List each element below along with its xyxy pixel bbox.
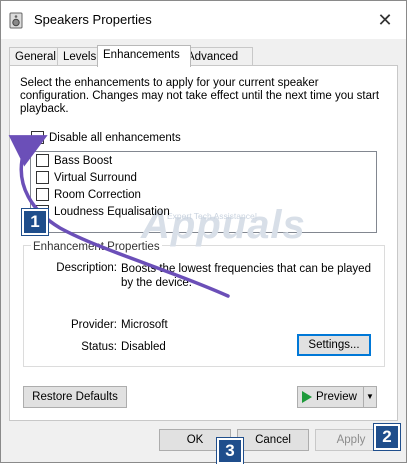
room-correction-checkbox[interactable] [36, 188, 49, 201]
watermark-tagline: Expert Tech Assistance! [167, 211, 258, 221]
description-label: Description: [56, 262, 117, 274]
description-value: Boosts the lowest frequencies that can b… [121, 263, 371, 289]
virtual-surround-checkbox[interactable] [36, 171, 49, 184]
status-value: Disabled [121, 341, 166, 353]
window-title: Speakers Properties [34, 12, 152, 27]
disable-all-row[interactable]: Disable all enhancements [31, 131, 181, 144]
chevron-down-icon: ▼ [366, 392, 374, 401]
preview-label: Preview [316, 391, 357, 403]
tab-enhancements[interactable]: Enhancements [97, 45, 191, 67]
disable-all-label: Disable all enhancements [49, 131, 181, 144]
settings-button[interactable]: Settings... [297, 334, 371, 356]
title-bar[interactable]: Speakers Properties ✕ [1, 1, 406, 39]
annotation-badge-1: 1 [21, 208, 49, 236]
provider-value: Microsoft [121, 319, 168, 331]
status-label: Status: [81, 341, 117, 353]
close-button[interactable]: ✕ [374, 9, 396, 31]
speaker-icon [9, 12, 23, 29]
list-item[interactable]: Bass Boost [36, 154, 112, 167]
virtual-surround-label: Virtual Surround [54, 171, 137, 184]
cancel-button[interactable]: Cancel [237, 429, 309, 451]
play-icon [302, 390, 312, 403]
preview-button[interactable]: Preview [297, 386, 365, 408]
room-correction-label: Room Correction [54, 188, 141, 201]
restore-defaults-button[interactable]: Restore Defaults [23, 386, 127, 408]
bass-boost-label: Bass Boost [54, 154, 113, 167]
intro-text: Select the enhancements to apply for you… [20, 77, 380, 115]
annotation-badge-2: 2 [373, 423, 401, 451]
list-item[interactable]: Room Correction [36, 188, 141, 201]
preview-dropdown-button[interactable]: ▼ [363, 386, 377, 408]
loudness-equalisation-label: Loudness Equalisation [54, 205, 170, 218]
dialog-window: Speakers Properties ✕ General Levels Enh… [0, 0, 407, 463]
annotation-badge-3: 3 [216, 437, 244, 464]
list-item[interactable]: Virtual Surround [36, 171, 137, 184]
bass-boost-checkbox[interactable] [36, 154, 49, 167]
close-icon: ✕ [377, 10, 393, 30]
tab-advanced[interactable]: Advanced [181, 47, 253, 66]
provider-label: Provider: [70, 319, 117, 331]
list-item[interactable]: Loudness Equalisation [36, 205, 170, 218]
disable-all-checkbox[interactable] [31, 131, 44, 144]
